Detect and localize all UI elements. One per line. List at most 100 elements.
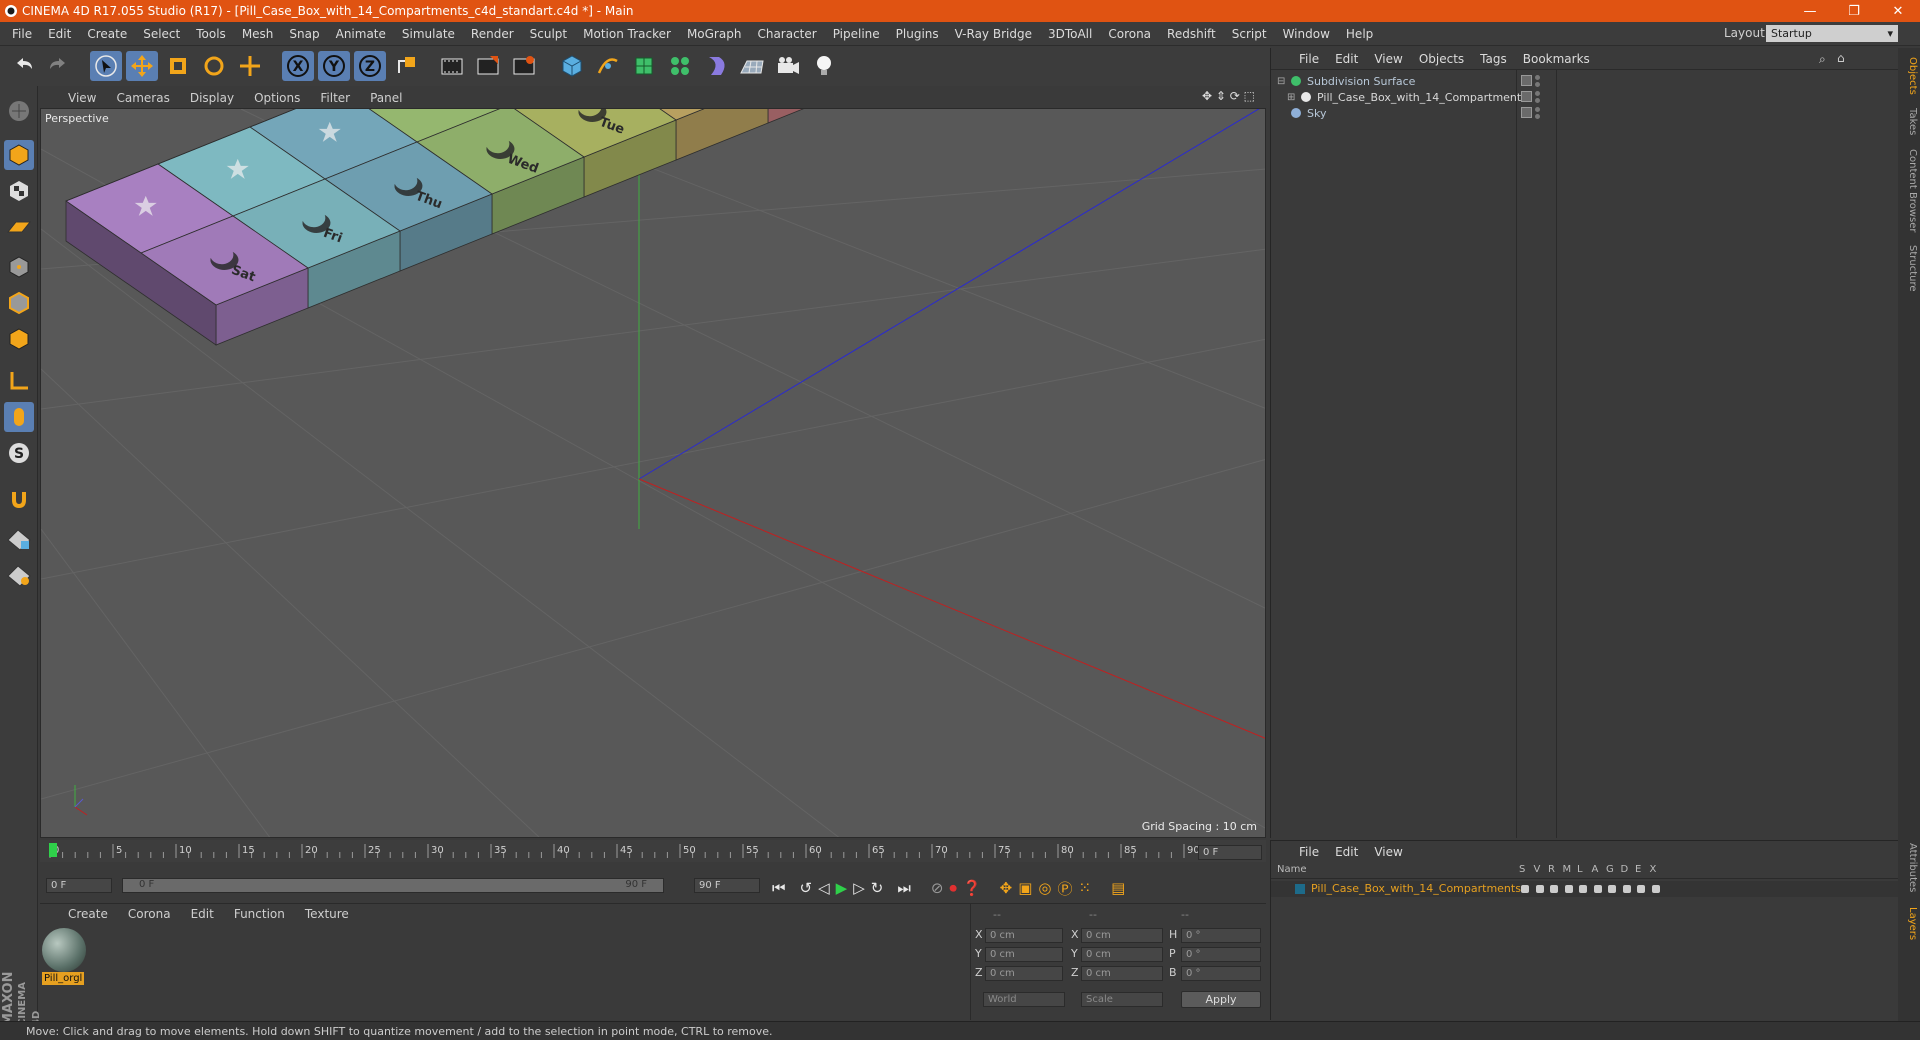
side-tab-attributes[interactable]: Attributes [1900, 838, 1918, 898]
step-back-icon[interactable]: ◁ [818, 879, 830, 897]
workplane-icon[interactable] [4, 212, 34, 242]
layer-flag-icon[interactable] [1521, 885, 1529, 893]
snap-grid-icon[interactable] [4, 524, 34, 554]
key-position-icon[interactable]: ✥ [1000, 879, 1013, 897]
size-field[interactable]: 0 cm [1081, 966, 1163, 981]
render-picture-icon[interactable] [472, 51, 504, 81]
menu-item-redshift[interactable]: Redshift [1159, 27, 1224, 41]
layer-flag-icon[interactable] [1564, 885, 1573, 893]
make-editable-icon[interactable] [4, 96, 34, 126]
playhead[interactable] [49, 843, 57, 857]
light-icon[interactable] [808, 51, 840, 81]
menu-item-mograph[interactable]: MoGraph [679, 27, 750, 41]
expand-toggle-icon[interactable]: ⊞ [1287, 92, 1295, 103]
deformer-icon[interactable] [700, 51, 732, 81]
om-search-icon[interactable]: ⌕ [1819, 52, 1826, 67]
layer-flag-icon[interactable] [1608, 885, 1616, 893]
position-field[interactable]: 0 cm [985, 966, 1063, 981]
material-preview-sphere[interactable] [42, 928, 86, 972]
start-frame-field[interactable]: 0 F [46, 878, 112, 893]
menu-item-render[interactable]: Render [463, 27, 522, 41]
redo-icon[interactable] [42, 51, 74, 81]
end-frame-field[interactable]: 90 F [694, 878, 760, 893]
subdivision-icon[interactable] [628, 51, 660, 81]
layer-menu-edit[interactable]: Edit [1327, 845, 1366, 859]
menu-item-file[interactable]: File [4, 27, 40, 41]
layer-flag-icon[interactable] [1622, 885, 1631, 893]
close-button[interactable]: ✕ [1876, 0, 1920, 22]
motion-record-icon[interactable]: ⊘ [931, 879, 944, 897]
pill-case-model[interactable]: SatMonTueWedThuFriSat [41, 109, 1266, 838]
rotation-field[interactable]: 0 ° [1181, 966, 1261, 981]
menu-item-create[interactable]: Create [79, 27, 135, 41]
menu-item-sculpt[interactable]: Sculpt [522, 27, 575, 41]
render-settings-icon[interactable] [508, 51, 540, 81]
object-name[interactable]: Sky [1307, 107, 1326, 120]
menu-item-tools[interactable]: Tools [188, 27, 234, 41]
side-tab-structure[interactable]: Structure [1900, 238, 1918, 298]
model-mode-icon[interactable] [4, 140, 34, 170]
material-menu-edit[interactable]: Edit [181, 907, 224, 921]
tweak-mode-icon[interactable] [4, 402, 34, 432]
menu-item-motion-tracker[interactable]: Motion Tracker [575, 27, 679, 41]
key-param-icon[interactable]: Ⓟ [1057, 878, 1072, 899]
tag-icon[interactable] [1521, 75, 1532, 86]
record-key-icon[interactable]: ⏺ [949, 879, 957, 897]
polygons-mode-icon[interactable] [4, 324, 34, 354]
viewport-menu-view[interactable]: View [58, 91, 106, 105]
restore-button[interactable]: ❐ [1832, 0, 1876, 22]
viewport-menu-options[interactable]: Options [244, 91, 310, 105]
visibility-dots-icon[interactable] [1535, 107, 1540, 119]
cloner-icon[interactable] [664, 51, 696, 81]
scale-icon[interactable] [162, 51, 194, 81]
menu-item-mesh[interactable]: Mesh [234, 27, 282, 41]
axis-z-icon[interactable]: Z [354, 51, 386, 81]
tag-icon[interactable] [1521, 91, 1532, 102]
menu-item-help[interactable]: Help [1338, 27, 1381, 41]
menu-item-animate[interactable]: Animate [328, 27, 394, 41]
key-rotation-icon[interactable]: ◎ [1038, 879, 1051, 897]
layer-name[interactable]: Pill_Case_Box_with_14_Compartments [1311, 882, 1521, 895]
layer-flag-icon[interactable] [1651, 885, 1660, 893]
object-menu-tags[interactable]: Tags [1472, 52, 1515, 66]
floor-icon[interactable] [736, 51, 768, 81]
scale-dropdown[interactable]: Scale [1081, 992, 1163, 1007]
layer-color-swatch[interactable] [1295, 884, 1305, 894]
current-frame-field[interactable]: 0 F [1198, 845, 1262, 860]
play-icon[interactable]: ▶ [836, 879, 848, 897]
undo-icon[interactable] [8, 51, 40, 81]
menu-item-snap[interactable]: Snap [281, 27, 327, 41]
key-scale-icon[interactable]: ▣ [1018, 879, 1032, 897]
coordinate-system-icon[interactable] [390, 51, 422, 81]
menu-item-script[interactable]: Script [1224, 27, 1275, 41]
size-field[interactable]: 0 cm [1081, 947, 1163, 962]
menu-item-plugins[interactable]: Plugins [888, 27, 947, 41]
timeline-window-icon[interactable]: ▤ [1111, 879, 1125, 897]
texture-mode-icon[interactable] [4, 176, 34, 206]
cube-primitive-icon[interactable] [556, 51, 588, 81]
material-menu-create[interactable]: Create [58, 907, 118, 921]
viewport-menu-filter[interactable]: Filter [310, 91, 360, 105]
menu-item-select[interactable]: Select [135, 27, 188, 41]
render-view-icon[interactable] [436, 51, 468, 81]
object-name[interactable]: Subdivision Surface [1307, 75, 1415, 88]
material-menu-texture[interactable]: Texture [295, 907, 359, 921]
side-tab-objects[interactable]: Objects [1900, 54, 1918, 98]
world-dropdown[interactable]: World [983, 992, 1065, 1007]
layer-menu-file[interactable]: File [1291, 845, 1327, 859]
object-menu-bookmarks[interactable]: Bookmarks [1515, 52, 1598, 66]
rotation-field[interactable]: 0 ° [1181, 928, 1261, 943]
layer-row[interactable]: Pill_Case_Box_with_14_Compartments [1271, 881, 1899, 897]
axis-mode-icon[interactable] [4, 366, 34, 396]
tag-icon[interactable] [1521, 107, 1532, 118]
expand-toggle-icon[interactable]: ⊟ [1277, 76, 1285, 87]
object-menu-file[interactable]: File [1291, 52, 1327, 66]
menu-item-simulate[interactable]: Simulate [394, 27, 463, 41]
layer-flag-icon[interactable] [1637, 885, 1645, 893]
menu-item-pipeline[interactable]: Pipeline [825, 27, 888, 41]
object-name[interactable]: Pill_Case_Box_with_14_Compartments [1317, 91, 1527, 104]
solo-icon[interactable]: S [4, 438, 34, 468]
material-menu-corona[interactable]: Corona [118, 907, 181, 921]
snap-settings-icon[interactable] [4, 560, 34, 590]
autokey-icon[interactable]: ❓ [963, 879, 982, 897]
